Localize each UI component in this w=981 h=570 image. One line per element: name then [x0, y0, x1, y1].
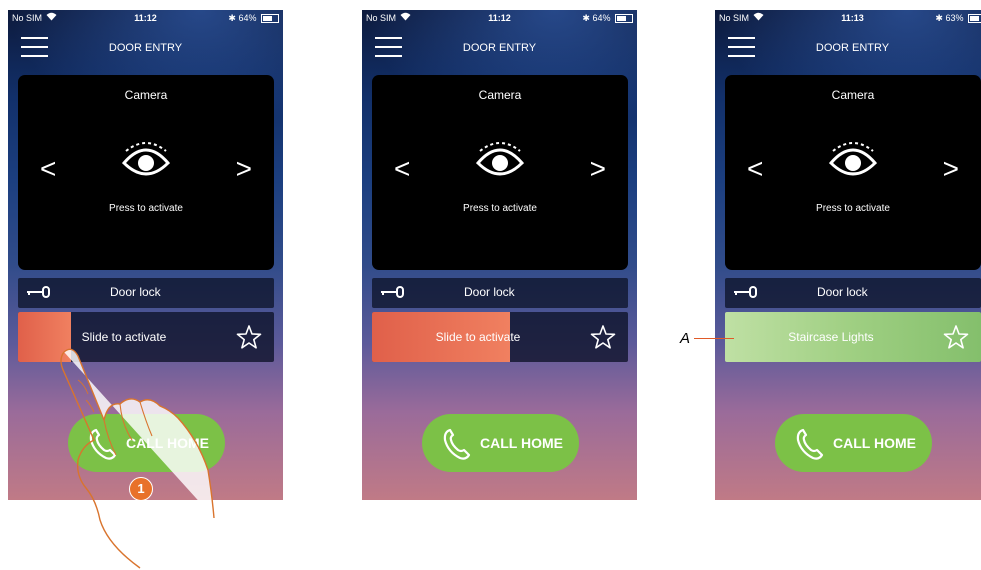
battery-percent: 63%	[945, 13, 964, 23]
camera-hint: Press to activate	[816, 203, 890, 214]
star-icon[interactable]	[943, 324, 969, 350]
page-title: DOOR ENTRY	[462, 42, 537, 54]
key-icon	[381, 286, 404, 298]
phone-screen-1: No SIM 11:12 ✱ 64% DOOR ENTRY Camera < >…	[8, 10, 283, 500]
slider-label: Staircase Lights	[788, 330, 874, 344]
battery-icon	[261, 14, 279, 24]
door-lock-row[interactable]: Door lock	[372, 278, 628, 308]
call-home-label: CALL HOME	[126, 435, 209, 451]
camera-title: Camera	[478, 88, 522, 102]
chevron-right-icon[interactable]: >	[943, 155, 959, 183]
step-badge: 1	[129, 477, 153, 501]
camera-panel[interactable]: Camera < > Press to activate	[18, 75, 274, 270]
annotation-marker-a: A	[680, 330, 691, 347]
page-title: DOOR ENTRY	[815, 42, 890, 54]
eye-icon[interactable]	[116, 127, 176, 187]
bluetooth-icon: ✱	[228, 13, 236, 23]
chevron-left-icon[interactable]: <	[747, 155, 763, 183]
chevron-left-icon[interactable]: <	[394, 155, 410, 183]
battery-indicator: ✱ 64%	[228, 13, 279, 24]
star-icon[interactable]	[590, 324, 616, 350]
call-home-button[interactable]: CALL HOME	[775, 414, 932, 472]
battery-percent: 64%	[238, 13, 257, 23]
camera-hint: Press to activate	[109, 203, 183, 214]
slider-label: Slide to activate	[435, 330, 521, 344]
call-home-label: CALL HOME	[480, 435, 563, 451]
chevron-right-icon[interactable]: >	[236, 155, 252, 183]
slide-to-activate[interactable]: Slide to activate	[372, 312, 628, 362]
phone-screen-2: No SIM 11:12 ✱ 64% DOOR ENTRY Camera < >…	[362, 10, 637, 500]
call-home-label: CALL HOME	[833, 435, 916, 451]
key-icon	[27, 286, 50, 298]
door-lock-row[interactable]: Door lock	[18, 278, 274, 308]
bluetooth-icon: ✱	[582, 13, 590, 23]
door-lock-label: Door lock	[110, 285, 161, 299]
bluetooth-icon: ✱	[935, 13, 943, 23]
chevron-right-icon[interactable]: >	[590, 155, 606, 183]
staircase-lights-button[interactable]: Staircase Lights	[725, 312, 981, 362]
chevron-left-icon[interactable]: <	[40, 155, 56, 183]
slider-label: Slide to activate	[81, 330, 167, 344]
door-lock-label: Door lock	[464, 285, 515, 299]
camera-title: Camera	[831, 88, 875, 102]
camera-title: Camera	[124, 88, 168, 102]
call-home-button[interactable]: CALL HOME	[68, 414, 225, 472]
eye-icon[interactable]	[470, 127, 530, 187]
door-lock-label: Door lock	[817, 285, 868, 299]
star-icon[interactable]	[236, 324, 262, 350]
phone-icon	[89, 428, 117, 460]
slide-to-activate[interactable]: Slide to activate	[18, 312, 274, 362]
battery-icon	[968, 14, 981, 24]
phone-icon	[443, 428, 471, 460]
battery-icon	[615, 14, 633, 24]
camera-panel[interactable]: Camera < > Press to activate	[725, 75, 981, 270]
battery-percent: 64%	[592, 13, 611, 23]
camera-hint: Press to activate	[463, 203, 537, 214]
status-bar: No SIM 11:12 ✱ 64%	[12, 12, 279, 27]
battery-indicator: ✱ 64%	[582, 13, 633, 24]
phone-screen-3: No SIM 11:13 ✱ 63% DOOR ENTRY Camera < >…	[715, 10, 981, 500]
camera-panel[interactable]: Camera < > Press to activate	[372, 75, 628, 270]
page-title: DOOR ENTRY	[108, 42, 183, 54]
door-lock-row[interactable]: Door lock	[725, 278, 981, 308]
call-home-button[interactable]: CALL HOME	[422, 414, 579, 472]
battery-indicator: ✱ 63%	[935, 13, 981, 24]
status-bar: No SIM 11:13 ✱ 63%	[719, 12, 981, 27]
phone-icon	[796, 428, 824, 460]
eye-icon[interactable]	[823, 127, 883, 187]
key-icon	[734, 286, 757, 298]
status-bar: No SIM 11:12 ✱ 64%	[366, 12, 633, 27]
